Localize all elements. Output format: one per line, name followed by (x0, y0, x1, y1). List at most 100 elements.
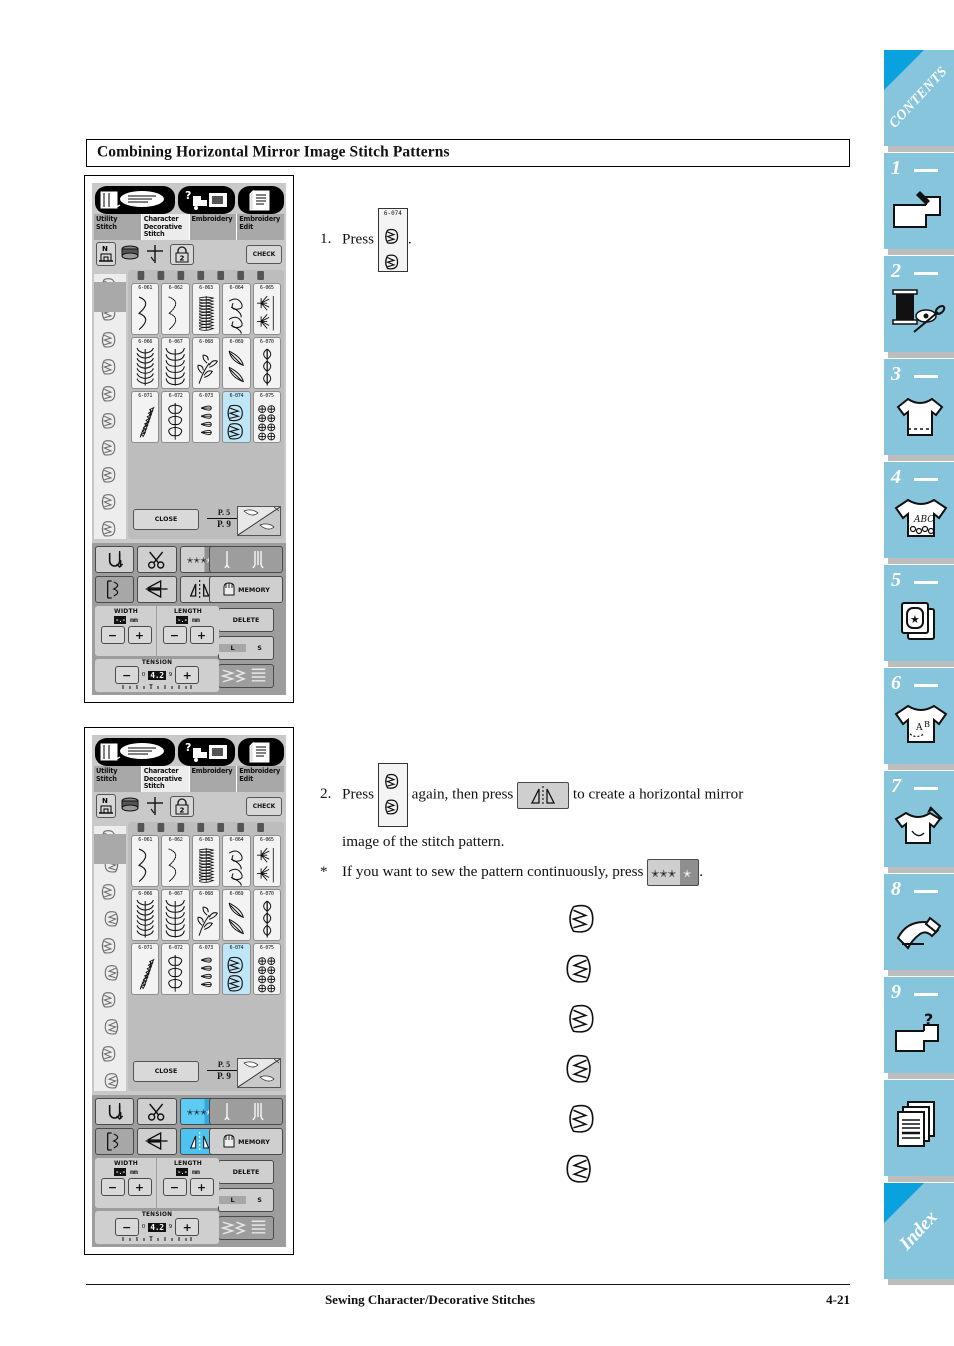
reinforcement-stitch-button[interactable] (95, 546, 135, 573)
sidebar-item-contents[interactable]: CONTENTS (884, 50, 954, 152)
next-page-button[interactable] (237, 506, 281, 536)
memory-button[interactable]: MEMORY (209, 576, 283, 603)
close-button[interactable]: CLOSE (133, 509, 199, 530)
single-twin-needle-button[interactable] (209, 1098, 283, 1125)
stitch-key-6-074-nolabel[interactable] (377, 763, 408, 827)
stitch-elongation-button[interactable] (95, 576, 135, 603)
pattern-cell[interactable]: 6-069 (222, 889, 251, 941)
tension-plus-button[interactable]: + (175, 1218, 200, 1236)
length-plus-button[interactable]: + (189, 1178, 214, 1196)
utility-stitch-icon[interactable] (95, 186, 175, 214)
pattern-cell[interactable]: 6-073 (191, 391, 221, 443)
tab-character-decorative-stitch[interactable]: Character Decorative Stitch (141, 766, 190, 792)
pattern-cell[interactable]: 6-064 (222, 835, 251, 887)
width-plus-button[interactable]: + (127, 626, 152, 644)
pattern-cell[interactable]: 6-064 (222, 283, 251, 335)
sidebar-item-chapter-7[interactable]: 7 (884, 771, 954, 873)
tab-embroidery[interactable]: Embroidery (189, 766, 238, 792)
pattern-cell[interactable]: 6-062 (161, 835, 190, 887)
length-minus-button[interactable]: − (162, 1178, 187, 1196)
pattern-cell[interactable]: 6-063 (191, 283, 221, 335)
close-button[interactable]: CLOSE (133, 1061, 199, 1082)
tab-embroidery[interactable]: Embroidery (189, 214, 238, 240)
pattern-cell[interactable]: 6-072 (161, 391, 190, 443)
pattern-cell[interactable]: 6-065 (252, 283, 281, 335)
manual-page-icon[interactable] (238, 738, 284, 766)
thread-cutter-button[interactable] (137, 1098, 177, 1125)
width-plus-button[interactable]: + (127, 1178, 152, 1196)
stitch-elongation-button[interactable] (95, 1128, 135, 1155)
length-plus-button[interactable]: + (189, 626, 214, 644)
pattern-cell[interactable]: 6-070 (252, 337, 281, 389)
pattern-cell[interactable]: 6-067 (161, 889, 190, 941)
pattern-cell[interactable]: 6-061 (131, 283, 160, 335)
pattern-cell[interactable]: 6-065 (252, 835, 281, 887)
single-twin-needle-button[interactable] (209, 546, 283, 573)
presser-foot-indicator[interactable]: N (96, 242, 116, 266)
stitch-key-6-074[interactable]: 6-074 (377, 208, 408, 272)
tab-character-decorative-stitch[interactable]: Character Decorative Stitch (141, 214, 190, 240)
tab-utility-stitch[interactable]: Utility Stitch (94, 214, 142, 240)
length-minus-button[interactable]: − (162, 626, 187, 644)
sidebar-item-chapter-4[interactable]: 4 ABC (884, 462, 954, 564)
vertical-mirror-button[interactable] (137, 1128, 177, 1155)
check-button[interactable]: CHECK (246, 796, 282, 816)
pattern-cell[interactable]: 6-066 (131, 889, 160, 941)
guide-help-icon[interactable]: ? (178, 186, 235, 214)
sewing-speed-button[interactable] (218, 1216, 274, 1240)
horizontal-mirror-key[interactable] (517, 781, 570, 809)
key-lock-button[interactable]: 2 (170, 243, 194, 265)
pattern-cell[interactable]: 6-072 (161, 943, 190, 995)
sidebar-item-chapter-9[interactable]: 9 ? (884, 977, 954, 1079)
tension-minus-button[interactable]: − (114, 1218, 139, 1236)
thread-cutter-button[interactable] (137, 546, 177, 573)
sidebar-item-index[interactable]: Index (884, 1183, 954, 1285)
check-button[interactable]: CHECK (246, 244, 282, 264)
continuous-sewing-key[interactable]: ✭✭✭ ✭ (647, 859, 700, 887)
reinforcement-stitch-button[interactable] (95, 1098, 135, 1125)
pattern-cell[interactable]: 6-071 (131, 943, 160, 995)
width-minus-button[interactable]: − (100, 626, 125, 644)
next-page-button[interactable] (237, 1058, 281, 1088)
tab-embroidery-edit[interactable]: Embroidery Edit (237, 766, 284, 792)
pattern-cell[interactable]: 6-068 (191, 337, 221, 389)
tab-embroidery-edit[interactable]: Embroidery Edit (237, 214, 284, 240)
sewing-speed-button[interactable] (218, 664, 274, 688)
tension-minus-button[interactable]: − (114, 666, 139, 684)
utility-stitch-icon[interactable] (95, 738, 175, 766)
sidebar-item-chapter-8[interactable]: 8 (884, 874, 954, 976)
guide-help-icon[interactable]: ? (178, 738, 235, 766)
pattern-cell[interactable]: 6-062 (161, 283, 190, 335)
pattern-cell[interactable]: 6-063 (191, 835, 221, 887)
width-minus-button[interactable]: − (100, 1178, 125, 1196)
sidebar-item-chapter-2[interactable]: 2 (884, 256, 954, 358)
memory-button[interactable]: MEMORY (209, 1128, 283, 1155)
pattern-cell[interactable]: 6-073 (191, 943, 221, 995)
size-small-option[interactable]: S (246, 1196, 273, 1204)
vertical-mirror-button[interactable] (137, 576, 177, 603)
pattern-cell[interactable]: 6-074 (222, 943, 251, 995)
pattern-cell[interactable]: 6-070 (252, 889, 281, 941)
sidebar-item-chapter-1[interactable]: 1 (884, 153, 954, 255)
pattern-cell[interactable]: 6-067 (161, 337, 190, 389)
tab-utility-stitch[interactable]: Utility Stitch (94, 766, 142, 792)
sidebar-item-chapter-6[interactable]: 6 A B (884, 668, 954, 770)
pattern-cell[interactable]: 6-066 (131, 337, 160, 389)
pattern-cell[interactable]: 6-061 (131, 835, 160, 887)
pattern-cell[interactable]: 6-068 (191, 889, 221, 941)
pattern-cell[interactable]: 6-075 (252, 943, 281, 995)
pattern-cell[interactable]: 6-071 (131, 391, 160, 443)
size-selector[interactable]: L S (218, 1188, 274, 1212)
size-selector[interactable]: L S (218, 636, 274, 660)
sidebar-item-chapter-3[interactable]: 3 (884, 359, 954, 461)
delete-button[interactable]: DELETE (218, 608, 274, 632)
pattern-cell[interactable]: 6-069 (222, 337, 251, 389)
pattern-cell[interactable]: 6-075 (252, 391, 281, 443)
size-small-option[interactable]: S (246, 644, 273, 652)
delete-button[interactable]: DELETE (218, 1160, 274, 1184)
sidebar-item-appendix[interactable] (884, 1080, 954, 1182)
size-large-option[interactable]: L (219, 644, 246, 652)
manual-page-icon[interactable] (238, 186, 284, 214)
tension-plus-button[interactable]: + (175, 666, 200, 684)
pattern-cell[interactable]: 6-074 (222, 391, 251, 443)
